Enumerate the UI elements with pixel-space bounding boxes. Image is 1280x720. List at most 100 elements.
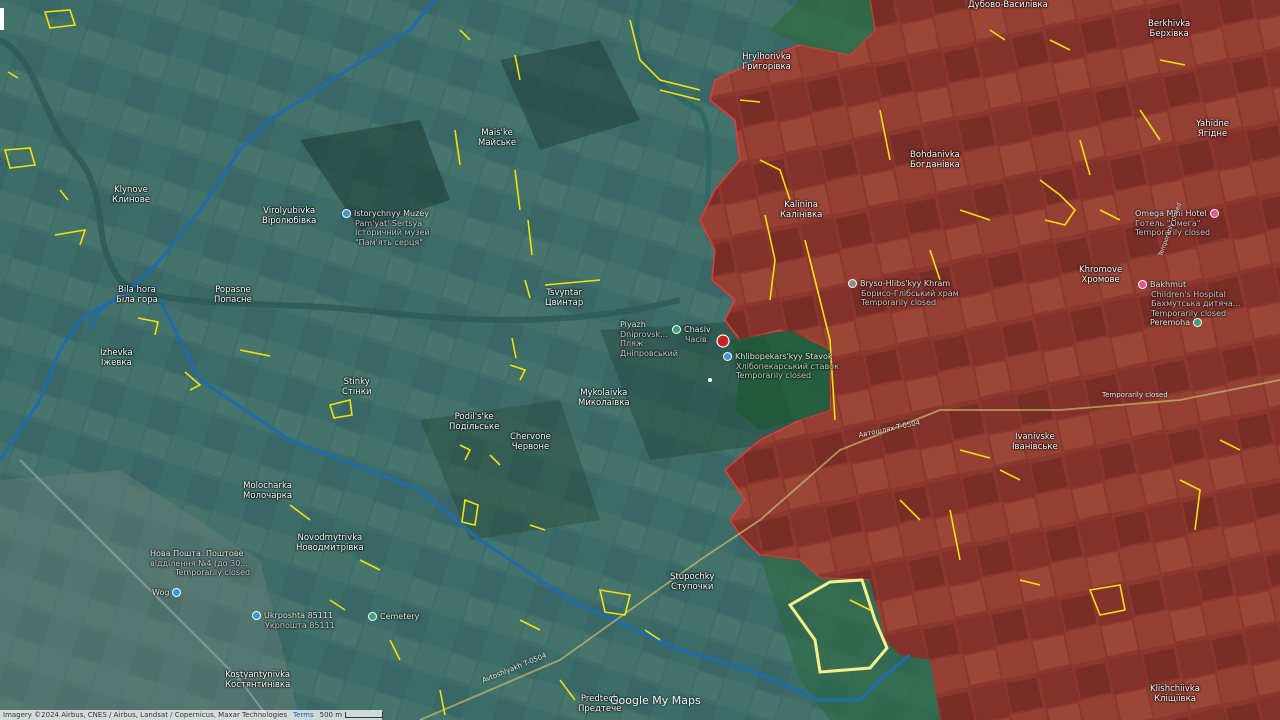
place-label-mykolaivka[interactable]: Mykolaivka Миколаївка bbox=[578, 388, 630, 408]
place-local-name: Дубово-Василівка bbox=[968, 0, 1048, 10]
hospital-icon bbox=[1138, 280, 1147, 289]
place-label-popasne[interactable]: Popasne Попасне bbox=[214, 285, 252, 305]
window-corner bbox=[0, 8, 4, 30]
place-name: Mykolaivka bbox=[580, 388, 628, 398]
place-local-name: Калінівка bbox=[780, 210, 823, 220]
place-local-name: Григорівка bbox=[742, 62, 791, 72]
poi-beach[interactable]: Piyazh Dniprovsk... Пляж Дніпровський bbox=[620, 320, 678, 358]
place-label-hryhorivka[interactable]: Hrylhorivka Григорівка bbox=[742, 52, 791, 72]
place-name: Yahidne bbox=[1196, 119, 1229, 129]
place-name: Izhevka bbox=[100, 348, 133, 358]
place-label-berkhivka[interactable]: Berkhivka Берхівка bbox=[1148, 19, 1190, 39]
place-label-klishchiivka[interactable]: Klishchiivka Кліщіївка bbox=[1150, 684, 1200, 704]
location-cursor-icon bbox=[708, 378, 712, 382]
place-local-name: Іванівське bbox=[1012, 442, 1058, 452]
place-local-name: Ягідне bbox=[1197, 129, 1228, 139]
terms-link[interactable]: Terms bbox=[290, 711, 317, 719]
place-name: Klynove bbox=[114, 185, 148, 195]
place-local-name: Попасне bbox=[214, 295, 252, 305]
place-name: Mais'ke bbox=[481, 128, 513, 138]
place-local-name: Хромове bbox=[1081, 275, 1120, 285]
poi-sub: Temporarily closed bbox=[861, 298, 937, 307]
place-label-khromove[interactable]: Khromove Хромове bbox=[1079, 265, 1122, 285]
map-canvas[interactable] bbox=[0, 0, 1280, 720]
place-label-novodmytrivka[interactable]: Novodmytrivka Новодмитрівка bbox=[296, 533, 364, 553]
place-label-kostiantynivka[interactable]: Kostyantynivka Костянтинівка bbox=[225, 670, 290, 690]
imagery-credit: Imagery ©2024 Airbus, CNES / Airbus, Lan… bbox=[3, 711, 288, 719]
place-label-molocharka[interactable]: Molocharka Молочарка bbox=[243, 481, 292, 501]
poi-title: Chasiv bbox=[684, 325, 711, 334]
poi-khlibopekarskyi-stavok[interactable]: Khlibopekars'kyy Stavok Хлібопекарський … bbox=[723, 352, 839, 381]
poi-sub: Пляж bbox=[620, 339, 644, 348]
place-local-name: Біла гора bbox=[116, 295, 158, 305]
poi-wog[interactable]: Wog bbox=[152, 588, 184, 598]
poi-sub: Pam'yat' Sertsya bbox=[355, 218, 423, 228]
place-local-name: Майське bbox=[478, 138, 517, 148]
place-name: Podil's'ke bbox=[454, 412, 494, 422]
place-label-podilske[interactable]: Podil's'ke Подільське bbox=[449, 412, 499, 432]
park-icon bbox=[672, 325, 681, 334]
place-label-stinky[interactable]: Stinky Стінки bbox=[342, 377, 371, 397]
poi-chasiv-yar[interactable]: Chasiv Часів bbox=[672, 325, 711, 344]
cemetery-icon bbox=[368, 612, 377, 621]
place-local-name: Клинове bbox=[112, 195, 150, 205]
place-name: Stinky bbox=[343, 377, 370, 387]
place-local-name: Червоне bbox=[511, 442, 550, 452]
place-local-name: Стінки bbox=[342, 387, 372, 397]
poi-sub: Temporarily closed bbox=[175, 568, 251, 577]
place-name: Novodmytrivka bbox=[297, 533, 363, 543]
poi-title: Khlibopekars'kyy Stavok bbox=[735, 352, 833, 361]
place-label-izhevka[interactable]: Izhevka Іжевка bbox=[100, 348, 133, 368]
place-label-ivanivske[interactable]: Ivanivske Іванівське bbox=[1012, 432, 1058, 452]
place-label-tsvyntar[interactable]: Tsvyntar Цвинтар bbox=[545, 288, 583, 308]
place-name: Berkhivka bbox=[1148, 19, 1191, 29]
place-label-kalinina[interactable]: Kalinina Калінівка bbox=[780, 200, 822, 220]
place-local-name: Віролюбівка bbox=[262, 216, 317, 226]
place-local-name: Богданівка bbox=[910, 160, 960, 170]
poi-peremoha[interactable]: Peremoha bbox=[1150, 318, 1205, 328]
place-local-name: Берхівка bbox=[1149, 29, 1189, 39]
frontline-marker-icon[interactable] bbox=[716, 334, 730, 348]
place-local-name: Іжевка bbox=[100, 358, 132, 368]
road-label-closed: Temporarily closed bbox=[1102, 391, 1168, 399]
place-name: Hrylhorivka bbox=[742, 52, 791, 62]
scale-label: 500 m bbox=[319, 711, 343, 719]
poi-sub: Часів bbox=[685, 334, 707, 344]
poi-title: Bryso-Hlibs'kyy Khram bbox=[860, 279, 951, 288]
gas-station-icon bbox=[172, 588, 182, 597]
poi-title: Wog bbox=[152, 588, 170, 597]
poi-ukrposhta[interactable]: Ukrposhta 85111 Укрпошта 85111 bbox=[252, 611, 335, 630]
place-name: Khromove bbox=[1079, 265, 1123, 275]
poi-title: Istorychnyy Muzey bbox=[354, 209, 429, 218]
place-label-bila-hora[interactable]: Bila hora Біла гора bbox=[116, 285, 158, 305]
place-label-stupochky[interactable]: Stupochky Ступочки bbox=[670, 572, 714, 592]
place-name: Chervone bbox=[510, 432, 551, 442]
poi-sub: Борисо-Глібський храм bbox=[861, 288, 959, 298]
hotel-icon bbox=[1209, 209, 1219, 218]
poi-bakhmut-hospital[interactable]: Bakhmut Children's Hospital Бахмутська д… bbox=[1138, 280, 1240, 318]
place-name: Bila hora bbox=[118, 285, 156, 295]
poi-cemetery[interactable]: Cemetery bbox=[368, 612, 419, 622]
poi-sub: Бахмутська дитяча... bbox=[1151, 299, 1241, 308]
place-name: Virolyubivka bbox=[263, 206, 316, 216]
place-label-klynove[interactable]: Klynove Клинове bbox=[112, 185, 150, 205]
place-local-name: Костянтинівка bbox=[225, 680, 291, 690]
place-local-name: Кліщіївка bbox=[1154, 694, 1196, 704]
poi-title: Piyazh bbox=[620, 320, 646, 329]
place-label-yahidne[interactable]: Yahidne Ягідне bbox=[1196, 119, 1229, 139]
place-label-dubovo[interactable]: Дубово-Василівка bbox=[968, 0, 1048, 10]
poi-sub: відділення №4 (до 30... bbox=[150, 558, 248, 568]
place-name: Popasne bbox=[215, 285, 251, 295]
poi-church[interactable]: Bryso-Hlibs'kyy Khram Борисо-Глібський х… bbox=[848, 279, 959, 308]
place-name: Kostyantynivka bbox=[225, 670, 291, 680]
poi-sub: Хлібопекарський ставок bbox=[736, 361, 839, 371]
poi-museum[interactable]: Istorychnyy Muzey Pam'yat' Sertsya Істор… bbox=[342, 209, 430, 247]
place-label-maiske[interactable]: Mais'ke Майське bbox=[478, 128, 516, 148]
poi-nova-poshta[interactable]: Нова Пошта. Поштове відділення №4 (до 30… bbox=[150, 549, 250, 578]
poi-title: Ukrposhta 85111 bbox=[264, 611, 334, 620]
place-label-bohdanivka[interactable]: Bohdanivka Богданівка bbox=[910, 150, 960, 170]
place-name: Molocharka bbox=[243, 481, 292, 491]
place-label-chervone[interactable]: Chervone Червоне bbox=[510, 432, 551, 452]
place-label-virolyubivka[interactable]: Virolyubivka Віролюбівка bbox=[262, 206, 316, 226]
park-icon bbox=[1193, 318, 1203, 327]
